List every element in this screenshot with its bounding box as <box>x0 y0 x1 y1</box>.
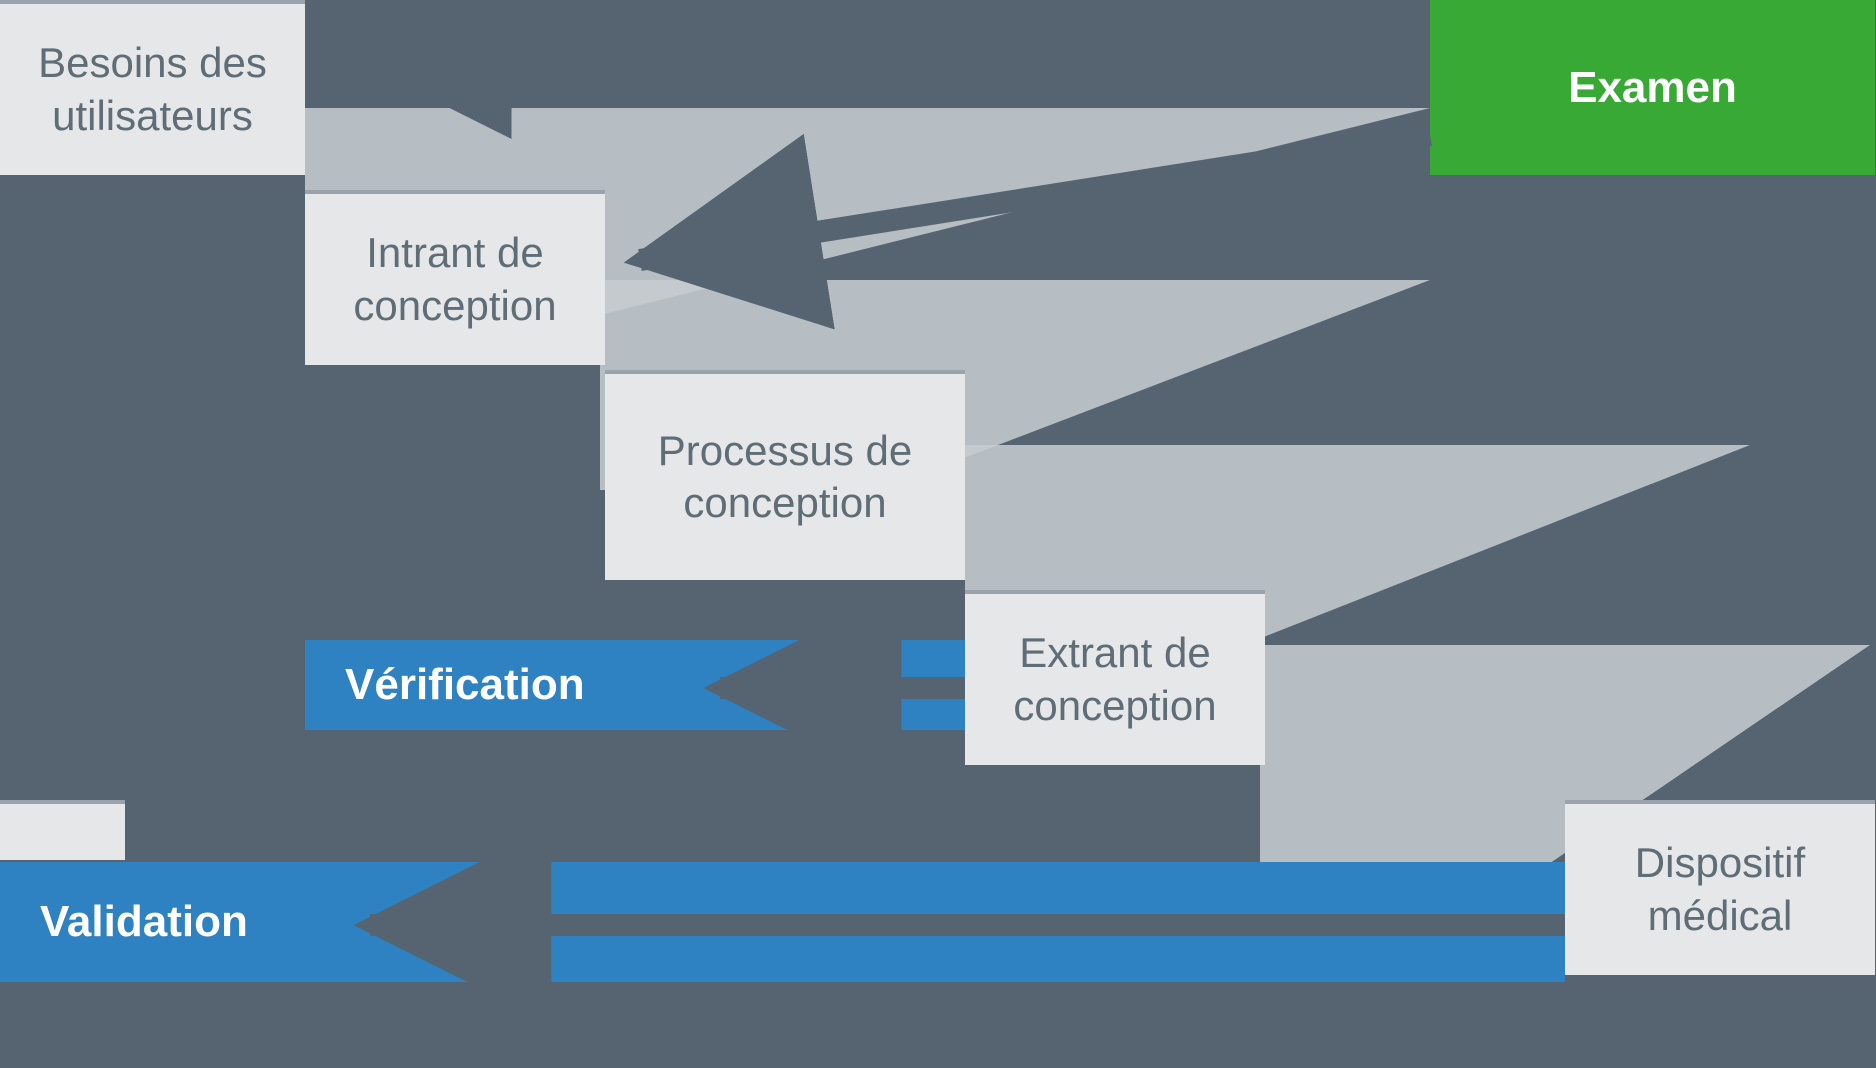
label-design-output: Extrant de conception <box>965 627 1265 732</box>
box-verification: Vérification <box>305 640 965 730</box>
label-review: Examen <box>1568 63 1737 113</box>
design-controls-diagram: Besoins des utilisateurs Intrant de conc… <box>0 0 1876 1068</box>
box-design-process: Processus de conception <box>605 370 965 580</box>
box-design-input: Intrant de conception <box>305 190 605 365</box>
box-user-needs: Besoins des utilisateurs <box>0 0 305 175</box>
label-user-needs: Besoins des utilisateurs <box>0 37 305 142</box>
box-medical-device: Dispositif médical <box>1565 800 1875 975</box>
label-design-process: Processus de conception <box>605 425 965 530</box>
box-validation: Validation <box>0 862 1565 982</box>
label-verification: Vérification <box>345 660 585 710</box>
box-design-output: Extrant de conception <box>965 590 1265 765</box>
box-review: Examen <box>1430 0 1875 175</box>
label-medical-device: Dispositif médical <box>1565 837 1875 942</box>
label-validation: Validation <box>40 897 248 947</box>
label-design-input: Intrant de conception <box>305 227 605 332</box>
strip-above-validation <box>0 800 125 860</box>
